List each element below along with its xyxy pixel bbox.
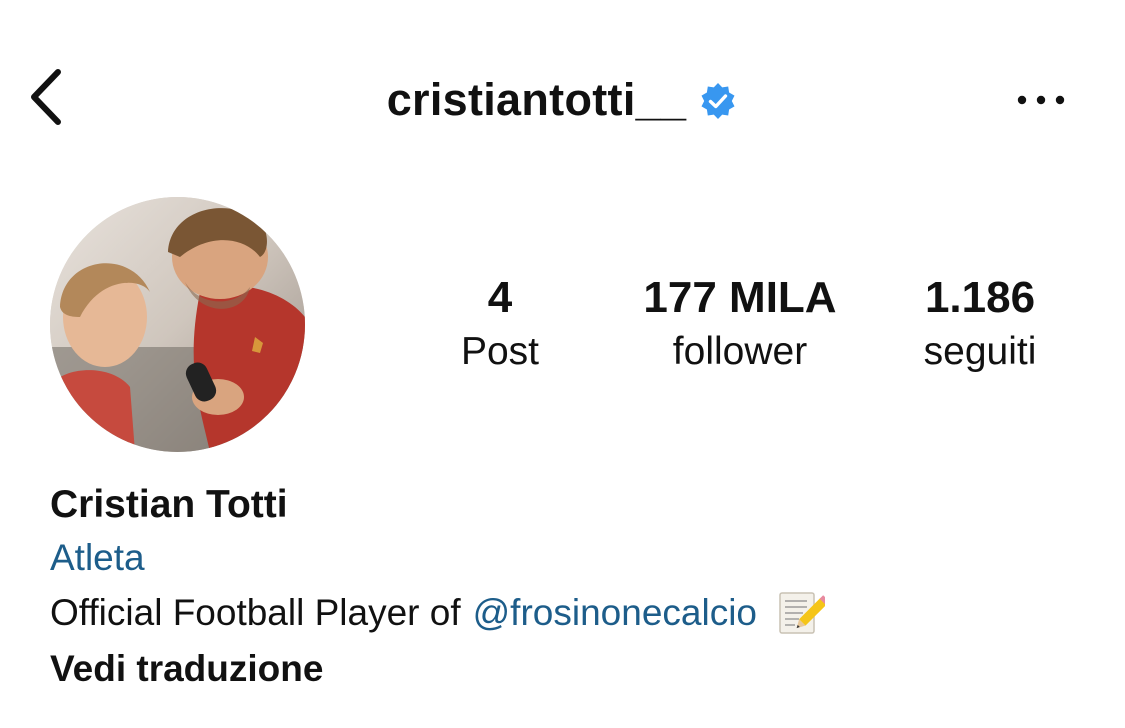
- followers-label: follower: [672, 330, 808, 373]
- stat-following[interactable]: 1.186 seguiti: [850, 272, 1110, 380]
- bio-text-line: Official Football Player of @frosinoneca…: [50, 586, 1100, 640]
- stat-followers[interactable]: 177 MILA follower: [610, 272, 870, 380]
- more-options-button[interactable]: [1012, 86, 1070, 114]
- posts-count: 4: [487, 273, 513, 322]
- profile-header: cristiantotti__: [0, 0, 1125, 200]
- verified-badge-icon: [701, 83, 735, 119]
- category-label[interactable]: Atleta: [50, 530, 1100, 586]
- profile-avatar[interactable]: [50, 197, 305, 452]
- followers-count: 177 MILA: [643, 273, 837, 322]
- mention-link[interactable]: @frosinonecalcio: [473, 586, 757, 640]
- posts-label: Post: [460, 330, 540, 373]
- more-horizontal-icon: [1017, 95, 1065, 105]
- following-label: seguiti: [923, 330, 1037, 373]
- display-name: Cristian Totti: [50, 483, 288, 526]
- memo-emoji: [779, 592, 825, 634]
- bio-text: Official Football Player of: [50, 592, 461, 633]
- stat-posts[interactable]: 4 Post: [370, 272, 630, 380]
- following-count: 1.186: [924, 273, 1036, 322]
- title-bar: cristiantotti__: [0, 70, 1125, 130]
- see-translation-button[interactable]: Vedi traduzione: [50, 640, 1100, 698]
- profile-username: cristiantotti__: [386, 74, 687, 125]
- profile-photo: [50, 197, 305, 452]
- profile-bio: Cristian Totti Atleta Official Football …: [50, 480, 1100, 698]
